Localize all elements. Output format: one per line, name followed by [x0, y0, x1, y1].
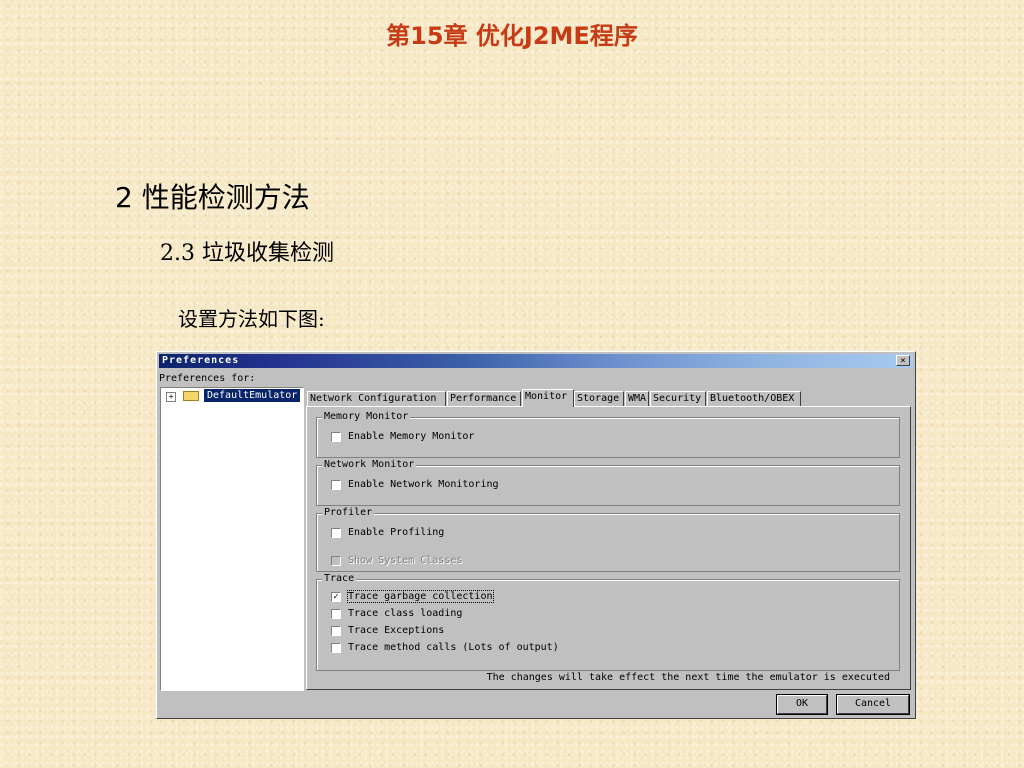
tab-network-configuration[interactable]: Network Configuration	[307, 391, 446, 406]
group-legend: Network Monitor	[322, 459, 417, 470]
checkbox-label: Trace garbage collection	[347, 590, 494, 603]
cancel-button[interactable]: Cancel	[836, 694, 910, 715]
checkbox-label: Enable Memory Monitor	[348, 431, 475, 442]
dialog-titlebar[interactable]: Preferences ×	[159, 354, 913, 368]
tree-expander-icon[interactable]: +	[166, 392, 176, 402]
slide-title: 第15章 优化J2ME程序	[386, 22, 638, 50]
tree-node-default-emulator[interactable]: DefaultEmulator	[204, 389, 301, 402]
checkbox-label: Show System Classes	[348, 555, 463, 566]
checkbox[interactable]	[331, 609, 341, 619]
section-heading: 2 性能检测方法	[115, 181, 310, 214]
checkbox[interactable]	[331, 432, 341, 442]
group-legend: Memory Monitor	[322, 411, 411, 422]
ok-button[interactable]: OK	[776, 694, 828, 715]
checkbox[interactable]	[331, 480, 341, 490]
checkbox-label: Trace Exceptions	[348, 625, 445, 636]
checkbox-checked[interactable]: ✓	[331, 592, 341, 602]
checkbox[interactable]	[331, 643, 341, 653]
tab-monitor[interactable]: Monitor	[522, 389, 574, 407]
tab-bluetooth-obex[interactable]: Bluetooth/OBEX	[707, 391, 801, 406]
checkbox-label: Enable Profiling	[348, 527, 445, 538]
checkbox-disabled	[331, 556, 341, 566]
subsection-heading: 2.3 垃圾收集检测	[160, 241, 334, 266]
checkbox[interactable]	[331, 626, 341, 636]
monitor-panel: Memory Monitor Enable Memory Monitor Net…	[306, 406, 911, 690]
preferences-for-label: Preferences for:	[159, 373, 256, 384]
tab-wma[interactable]: WMA	[625, 391, 649, 406]
folder-icon	[183, 391, 199, 401]
checkbox-label: Enable Network Monitoring	[348, 479, 499, 490]
preferences-dialog: Preferences × Preferences for: + Default…	[156, 351, 916, 719]
checkbox-label: Trace method calls (Lots of output)	[348, 642, 559, 653]
effect-note: The changes will take effect the next ti…	[486, 672, 890, 683]
close-icon[interactable]: ×	[896, 355, 910, 366]
memory-monitor-group: Memory Monitor Enable Memory Monitor	[316, 411, 900, 458]
tab-storage[interactable]: Storage	[574, 391, 624, 406]
group-legend: Profiler	[322, 507, 375, 518]
trace-group: Trace ✓ Trace garbage collection Trace c…	[316, 573, 900, 671]
checkbox[interactable]	[331, 528, 341, 538]
checkbox-label: Trace class loading	[348, 608, 463, 619]
tab-security[interactable]: Security	[650, 391, 706, 406]
profiler-group: Profiler Enable Profiling Show System Cl…	[316, 507, 900, 572]
dialog-title: Preferences	[162, 355, 240, 366]
tab-performance[interactable]: Performance	[447, 391, 521, 406]
group-legend: Trace	[322, 573, 357, 584]
instruction-text: 设置方法如下图:	[178, 307, 325, 331]
emulator-tree: + DefaultEmulator	[160, 387, 304, 691]
network-monitor-group: Network Monitor Enable Network Monitorin…	[316, 459, 900, 506]
